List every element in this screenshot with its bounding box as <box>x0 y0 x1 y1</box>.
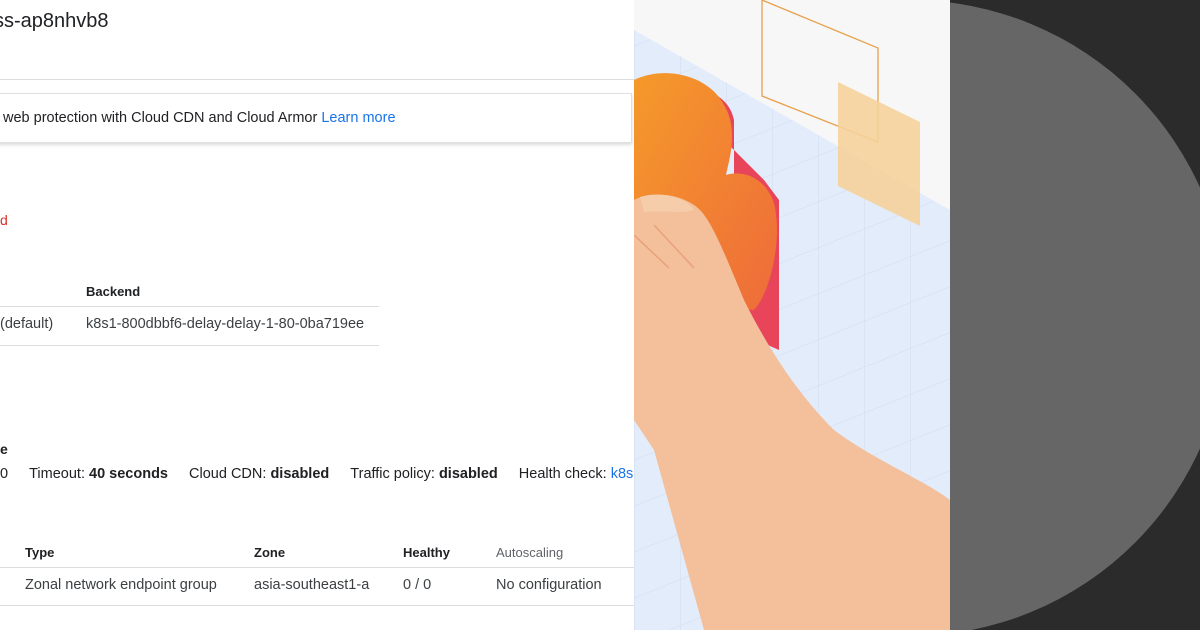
traffic-policy-property: Traffic policy: disabled <box>350 466 497 482</box>
table-cell-healthy: 0 / 0 <box>403 577 432 593</box>
column-header-type: Type <box>25 545 55 560</box>
divider <box>0 79 634 80</box>
health-check-property: Health check: k8s1 <box>519 466 634 482</box>
table-divider <box>0 306 379 307</box>
learn-more-link[interactable]: Learn more <box>321 110 395 126</box>
info-banner: web protection with Cloud CDN and Cloud … <box>0 93 632 143</box>
property-fragment: 0 <box>0 466 9 482</box>
table-cell-backend: k8s1-800dbbf6-delay-delay-1-80-0ba719ee <box>86 316 365 332</box>
table-divider <box>0 345 379 346</box>
page-title: ss-ap8nhvb8 <box>0 10 109 32</box>
dark-circle-art <box>950 0 1200 630</box>
health-check-link[interactable]: k8s1 <box>611 466 634 482</box>
column-header-healthy: Healthy <box>403 545 450 560</box>
cloud-cdn-property: Cloud CDN: disabled <box>189 466 329 482</box>
table-divider <box>0 605 634 606</box>
health-check-label: Health check: <box>518 466 607 482</box>
section-heading-fragment: e <box>0 441 8 457</box>
table-divider <box>0 567 634 568</box>
column-header-zone: Zone <box>254 545 286 560</box>
cloud-cdn-label: Cloud CDN: <box>189 466 267 482</box>
dark-panel <box>950 0 1200 630</box>
timeout-value: 40 seconds <box>89 466 169 482</box>
cloud-hand-illustration <box>634 0 950 630</box>
status-fragment: d <box>0 212 8 228</box>
illustration-art <box>634 0 950 630</box>
backend-properties: 0 Timeout: 40 seconds Cloud CDN: disable… <box>0 466 634 482</box>
column-header-autoscaling: Autoscaling <box>496 545 564 560</box>
traffic-policy-label: Traffic policy: <box>350 466 435 482</box>
cloud-cdn-value: disabled <box>270 466 330 482</box>
table-cell-type: Zonal network endpoint group <box>25 577 217 593</box>
banner-text: web protection with Cloud CDN and Cloud … <box>3 110 318 126</box>
column-header-backend: Backend <box>86 284 141 299</box>
table-cell-zone: asia-southeast1-a <box>254 577 370 593</box>
timeout-property: Timeout: 40 seconds <box>29 466 168 482</box>
timeout-label: Timeout: <box>29 466 85 482</box>
console-panel: ss-ap8nhvb8 web protection with Cloud CD… <box>0 0 634 630</box>
banner-text-row: web protection with Cloud CDN and Cloud … <box>3 110 396 126</box>
table-cell-autoscaling: No configuration <box>496 577 602 593</box>
table-cell-host: (default) <box>0 316 54 332</box>
traffic-policy-value: disabled <box>438 466 498 482</box>
